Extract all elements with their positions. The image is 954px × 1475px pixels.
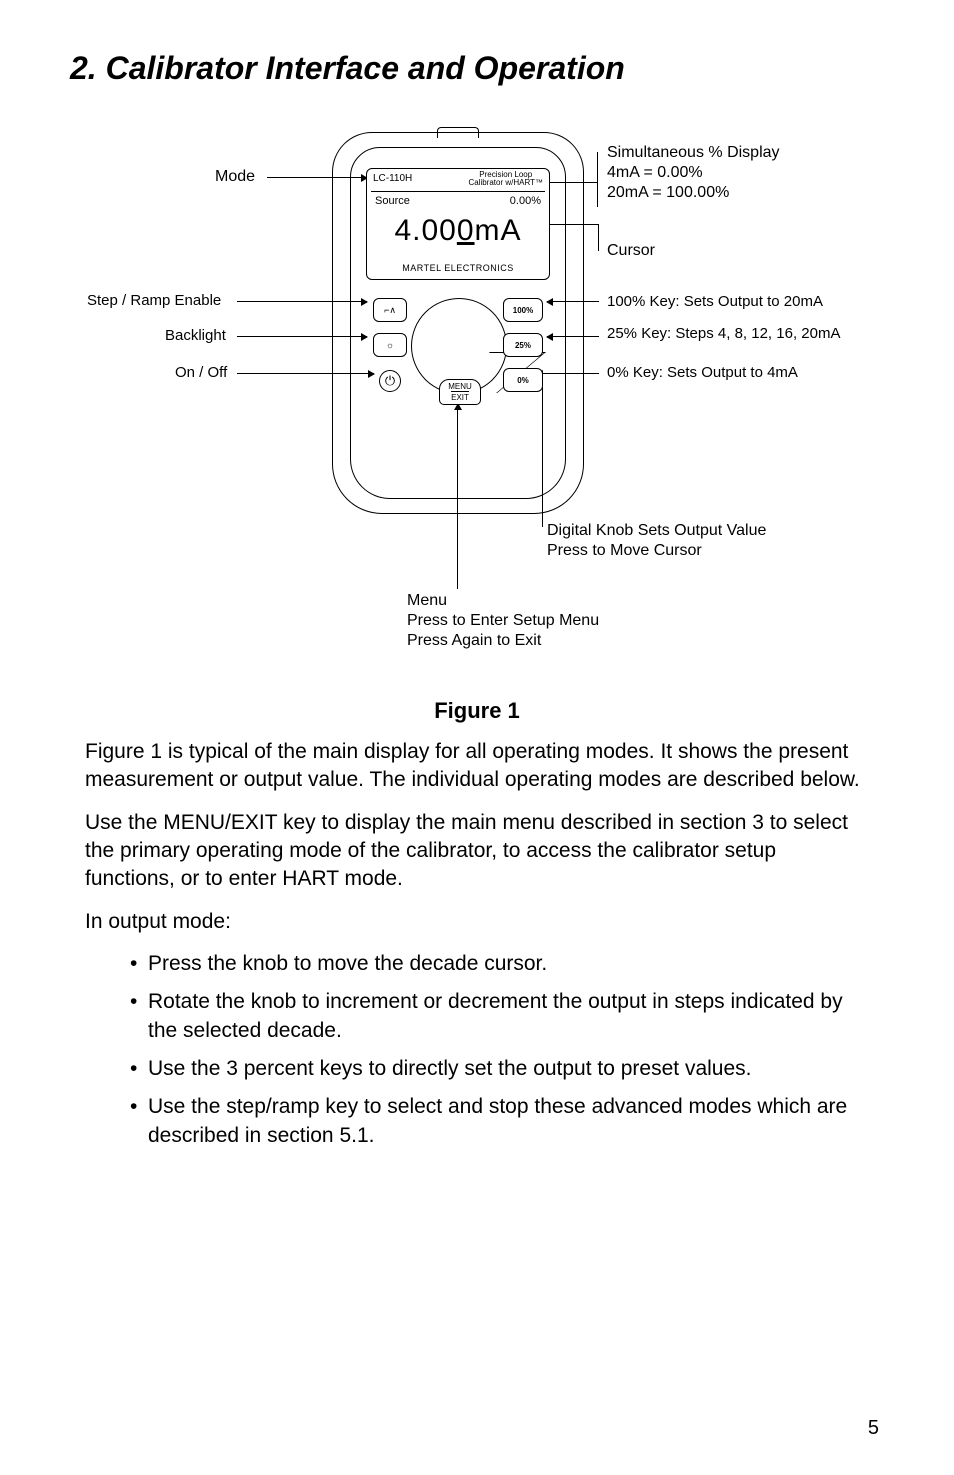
label-100-key: 100% Key: Sets Output to 20mA: [607, 293, 823, 310]
list-item: Use the 3 percent keys to directly set t…: [130, 1055, 869, 1083]
body-text: Figure 1 is typical of the main display …: [85, 738, 869, 1150]
power-key[interactable]: ⏻: [379, 370, 401, 392]
list-item: Press the knob to move the decade cursor…: [130, 950, 869, 978]
label-sim-display-1: Simultaneous % Display: [607, 144, 780, 162]
label-onoff: On / Off: [175, 364, 227, 381]
page-number: 5: [868, 1417, 879, 1440]
label-knob-2: Press to Move Cursor: [547, 542, 702, 560]
paragraph-3: In output mode:: [85, 908, 869, 936]
label-mode: Mode: [215, 168, 255, 186]
label-sim-display-2: 4mA = 0.00%: [607, 164, 703, 182]
list-item: Use the step/ramp key to select and stop…: [130, 1093, 869, 1150]
label-backlight: Backlight: [165, 327, 226, 344]
key-100pct[interactable]: 100%: [503, 298, 543, 322]
label-menu-1: Menu: [407, 592, 447, 610]
paragraph-1: Figure 1 is typical of the main display …: [85, 738, 869, 795]
screen-percent: 0.00%: [510, 195, 541, 207]
screen-model: LC-110H: [373, 173, 412, 184]
label-knob-1: Digital Knob Sets Output Value: [547, 522, 766, 540]
step-ramp-key[interactable]: ⌐∧: [373, 298, 407, 322]
list-item: Rotate the knob to increment or decremen…: [130, 988, 869, 1045]
device-screen: LC-110H Precision Loop Calibrator w/HART…: [366, 168, 550, 280]
screen-main-value: 4.000mA: [367, 214, 549, 248]
label-menu-2: Press to Enter Setup Menu: [407, 612, 599, 630]
backlight-key[interactable]: ☼: [373, 333, 407, 357]
screen-mode: Source: [375, 195, 410, 207]
screen-brand: MARTEL ELECTRONICS: [367, 263, 549, 273]
key-0pct[interactable]: 0%: [503, 368, 543, 392]
label-cursor: Cursor: [607, 242, 655, 260]
label-menu-3: Press Again to Exit: [407, 632, 541, 650]
figure-caption: Figure 1: [70, 698, 884, 724]
paragraph-2: Use the MENU/EXIT key to display the mai…: [85, 809, 869, 894]
device-illustration: LC-110H Precision Loop Calibrator w/HART…: [332, 132, 582, 512]
label-25-key: 25% Key: Steps 4, 8, 12, 16, 20mA: [607, 325, 840, 342]
bullet-list: Press the knob to move the decade cursor…: [85, 950, 869, 1150]
key-25pct[interactable]: 25%: [503, 333, 543, 357]
screen-subtitle: Precision Loop Calibrator w/HART™: [468, 171, 543, 187]
figure-1: Mode Step / Ramp Enable Backlight On / O…: [77, 112, 877, 692]
menu-exit-key[interactable]: MENU EXIT: [439, 379, 481, 405]
label-step-ramp: Step / Ramp Enable: [87, 292, 221, 309]
section-title: 2. Calibrator Interface and Operation: [70, 50, 884, 87]
label-0-key: 0% Key: Sets Output to 4mA: [607, 364, 798, 381]
label-sim-display-3: 20mA = 100.00%: [607, 184, 729, 202]
